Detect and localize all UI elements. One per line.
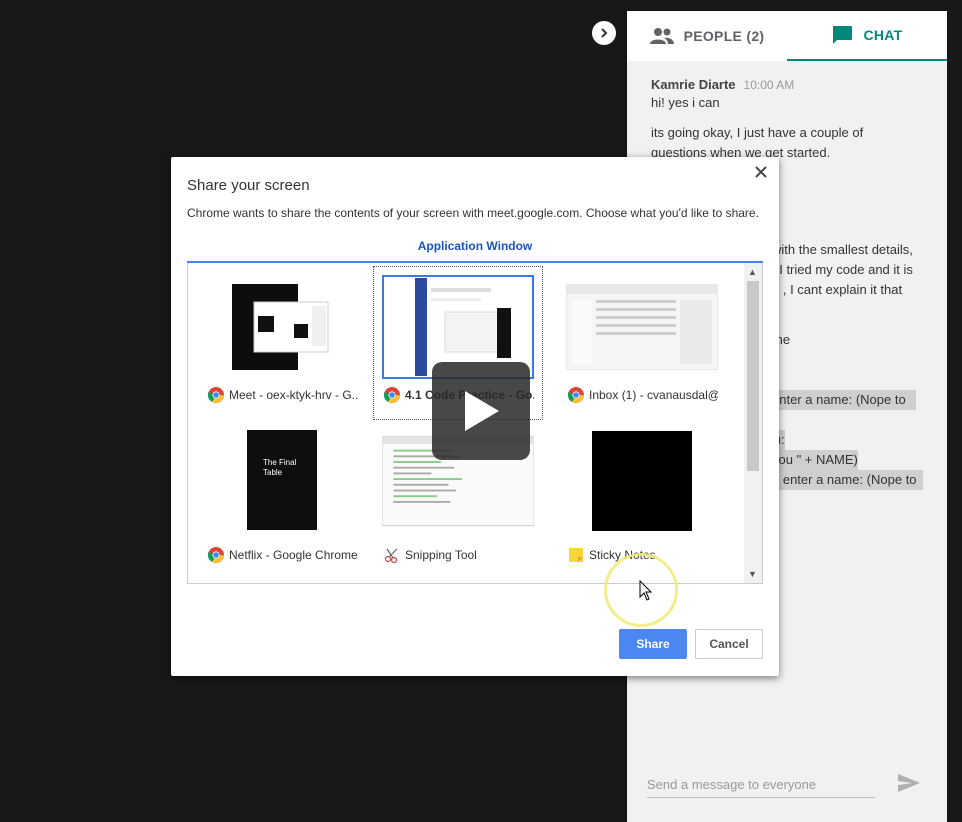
- sticky-notes-icon: [569, 548, 583, 562]
- window-thumbnail: The Final Table: [206, 429, 358, 531]
- window-tile-netflix[interactable]: The Final Table Netflix - Google Chrome: [198, 427, 366, 579]
- dialog-description: Chrome wants to share the contents of yo…: [187, 206, 759, 220]
- window-label: Inbox (1) - cvanausdal@...: [568, 387, 718, 403]
- netflix-thumb-title: The Final Table: [263, 458, 297, 477]
- vertical-scrollbar[interactable]: ▲ ▼: [744, 263, 762, 583]
- window-title: Netflix - Google Chrome: [229, 548, 358, 562]
- message-text: . I tried my code and it is: [772, 262, 913, 277]
- message-header: Kamrie Diarte 10:00 AM: [651, 77, 794, 92]
- message-code-line: enter a name: (Nope to: [772, 390, 916, 410]
- chevron-right-icon: [601, 28, 608, 38]
- chrome-icon: [568, 387, 584, 403]
- chrome-icon: [208, 387, 224, 403]
- chrome-icon: [384, 387, 400, 403]
- window-tile-inbox[interactable]: Inbox (1) - cvanausdal@...: [558, 267, 726, 419]
- tab-people[interactable]: PEOPLE (2): [627, 11, 787, 61]
- message-text: hi! yes i can: [651, 95, 720, 110]
- tab-chat[interactable]: CHAT: [787, 11, 947, 61]
- chat-icon: [833, 26, 853, 44]
- window-title: Inbox (1) - cvanausdal@...: [589, 388, 718, 402]
- window-thumbnail: [566, 275, 718, 379]
- panel-tabs: PEOPLE (2) CHAT: [627, 11, 947, 61]
- collapse-panel-button[interactable]: [592, 21, 616, 45]
- people-icon: [649, 28, 674, 44]
- window-title: Snipping Tool: [405, 548, 477, 562]
- window-thumbnail: [206, 275, 358, 379]
- send-button[interactable]: [897, 773, 921, 798]
- message-text: its going okay, I just have a couple of: [651, 125, 864, 140]
- tab-application-window[interactable]: Application Window: [187, 239, 763, 253]
- window-thumbnail: [566, 431, 718, 531]
- window-title: Meet - oex-ktyk-hrv - G...: [229, 388, 358, 402]
- window-label: Meet - oex-ktyk-hrv - G...: [208, 387, 358, 403]
- scroll-down-arrow-icon[interactable]: ▼: [748, 569, 757, 579]
- close-icon: [755, 166, 767, 178]
- share-button[interactable]: Share: [619, 629, 687, 659]
- dialog-title: Share your screen: [187, 177, 310, 194]
- window-label: Netflix - Google Chrome: [208, 547, 358, 563]
- window-label: Snipping Tool: [384, 547, 534, 563]
- netflix-thumbnail: The Final Table: [247, 430, 317, 530]
- message-code-line: you " + NAME): [772, 450, 858, 470]
- mouse-cursor-icon: [639, 579, 653, 607]
- scroll-up-arrow-icon[interactable]: ▲: [748, 267, 757, 277]
- scrollbar-thumb[interactable]: [747, 281, 759, 471]
- close-button[interactable]: [755, 165, 767, 183]
- tab-chat-label: CHAT: [863, 27, 903, 43]
- message-time: 10:00 AM: [743, 78, 795, 92]
- chrome-icon: [208, 547, 224, 563]
- tab-people-label: PEOPLE (2): [683, 28, 765, 44]
- sticky-notes-thumbnail: [592, 431, 692, 531]
- message-input[interactable]: Send a message to everyone: [647, 773, 875, 798]
- play-icon: [465, 391, 499, 431]
- window-tile-meet[interactable]: Meet - oex-ktyk-hrv - G...: [198, 267, 366, 419]
- video-play-button[interactable]: [432, 362, 530, 460]
- message-code-line: e enter a name: (Nope to: [772, 470, 923, 490]
- message-text: d , I cant explain it that: [772, 282, 903, 297]
- cancel-button[interactable]: Cancel: [695, 629, 763, 659]
- send-icon: [898, 774, 920, 792]
- message-text: with the smallest details,: [772, 242, 913, 257]
- message-sender: Kamrie Diarte: [651, 77, 736, 92]
- scissors-icon: [384, 548, 398, 563]
